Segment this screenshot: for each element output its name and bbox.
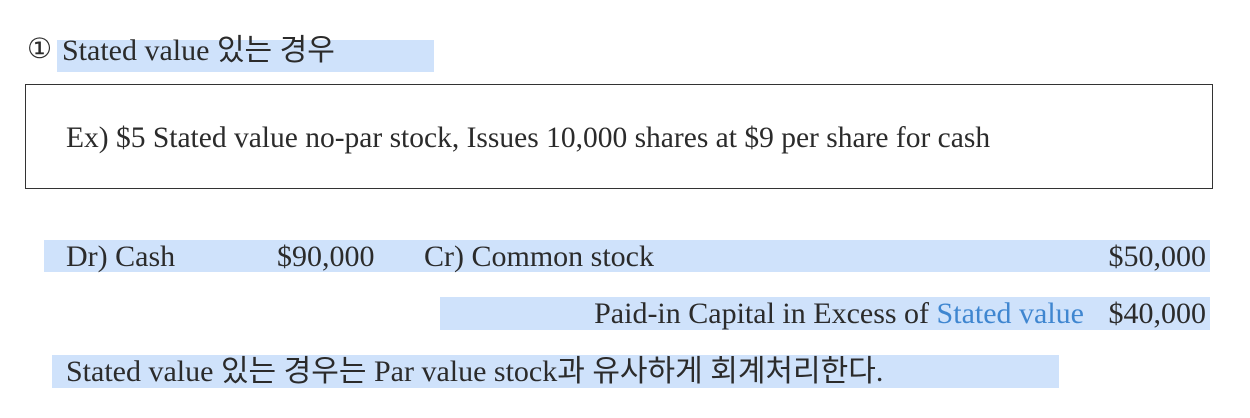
credit-label-apic-prefix: Paid-in Capital in Excess of	[594, 297, 930, 330]
credit-label-apic: Paid-in Capital in Excess of Stated valu…	[594, 299, 1084, 329]
credit-label-common-stock: Cr) Common stock	[424, 240, 654, 273]
example-text: Ex) $5 Stated value no-par stock, Issues…	[66, 122, 991, 154]
section-marker: ①	[27, 34, 53, 65]
credit-amount-common-stock: $50,000	[1108, 240, 1207, 273]
credit-amount-apic: $40,000	[1108, 297, 1207, 330]
debit-amount: $90,000	[277, 240, 375, 273]
section-heading: Stated value 있는 경우	[62, 34, 335, 67]
stated-value-link[interactable]: Stated value	[937, 297, 1084, 330]
conclusion-text: Stated value 있는 경우는 Par value stock과 유사하…	[66, 355, 884, 388]
debit-label: Dr) Cash	[66, 240, 176, 273]
